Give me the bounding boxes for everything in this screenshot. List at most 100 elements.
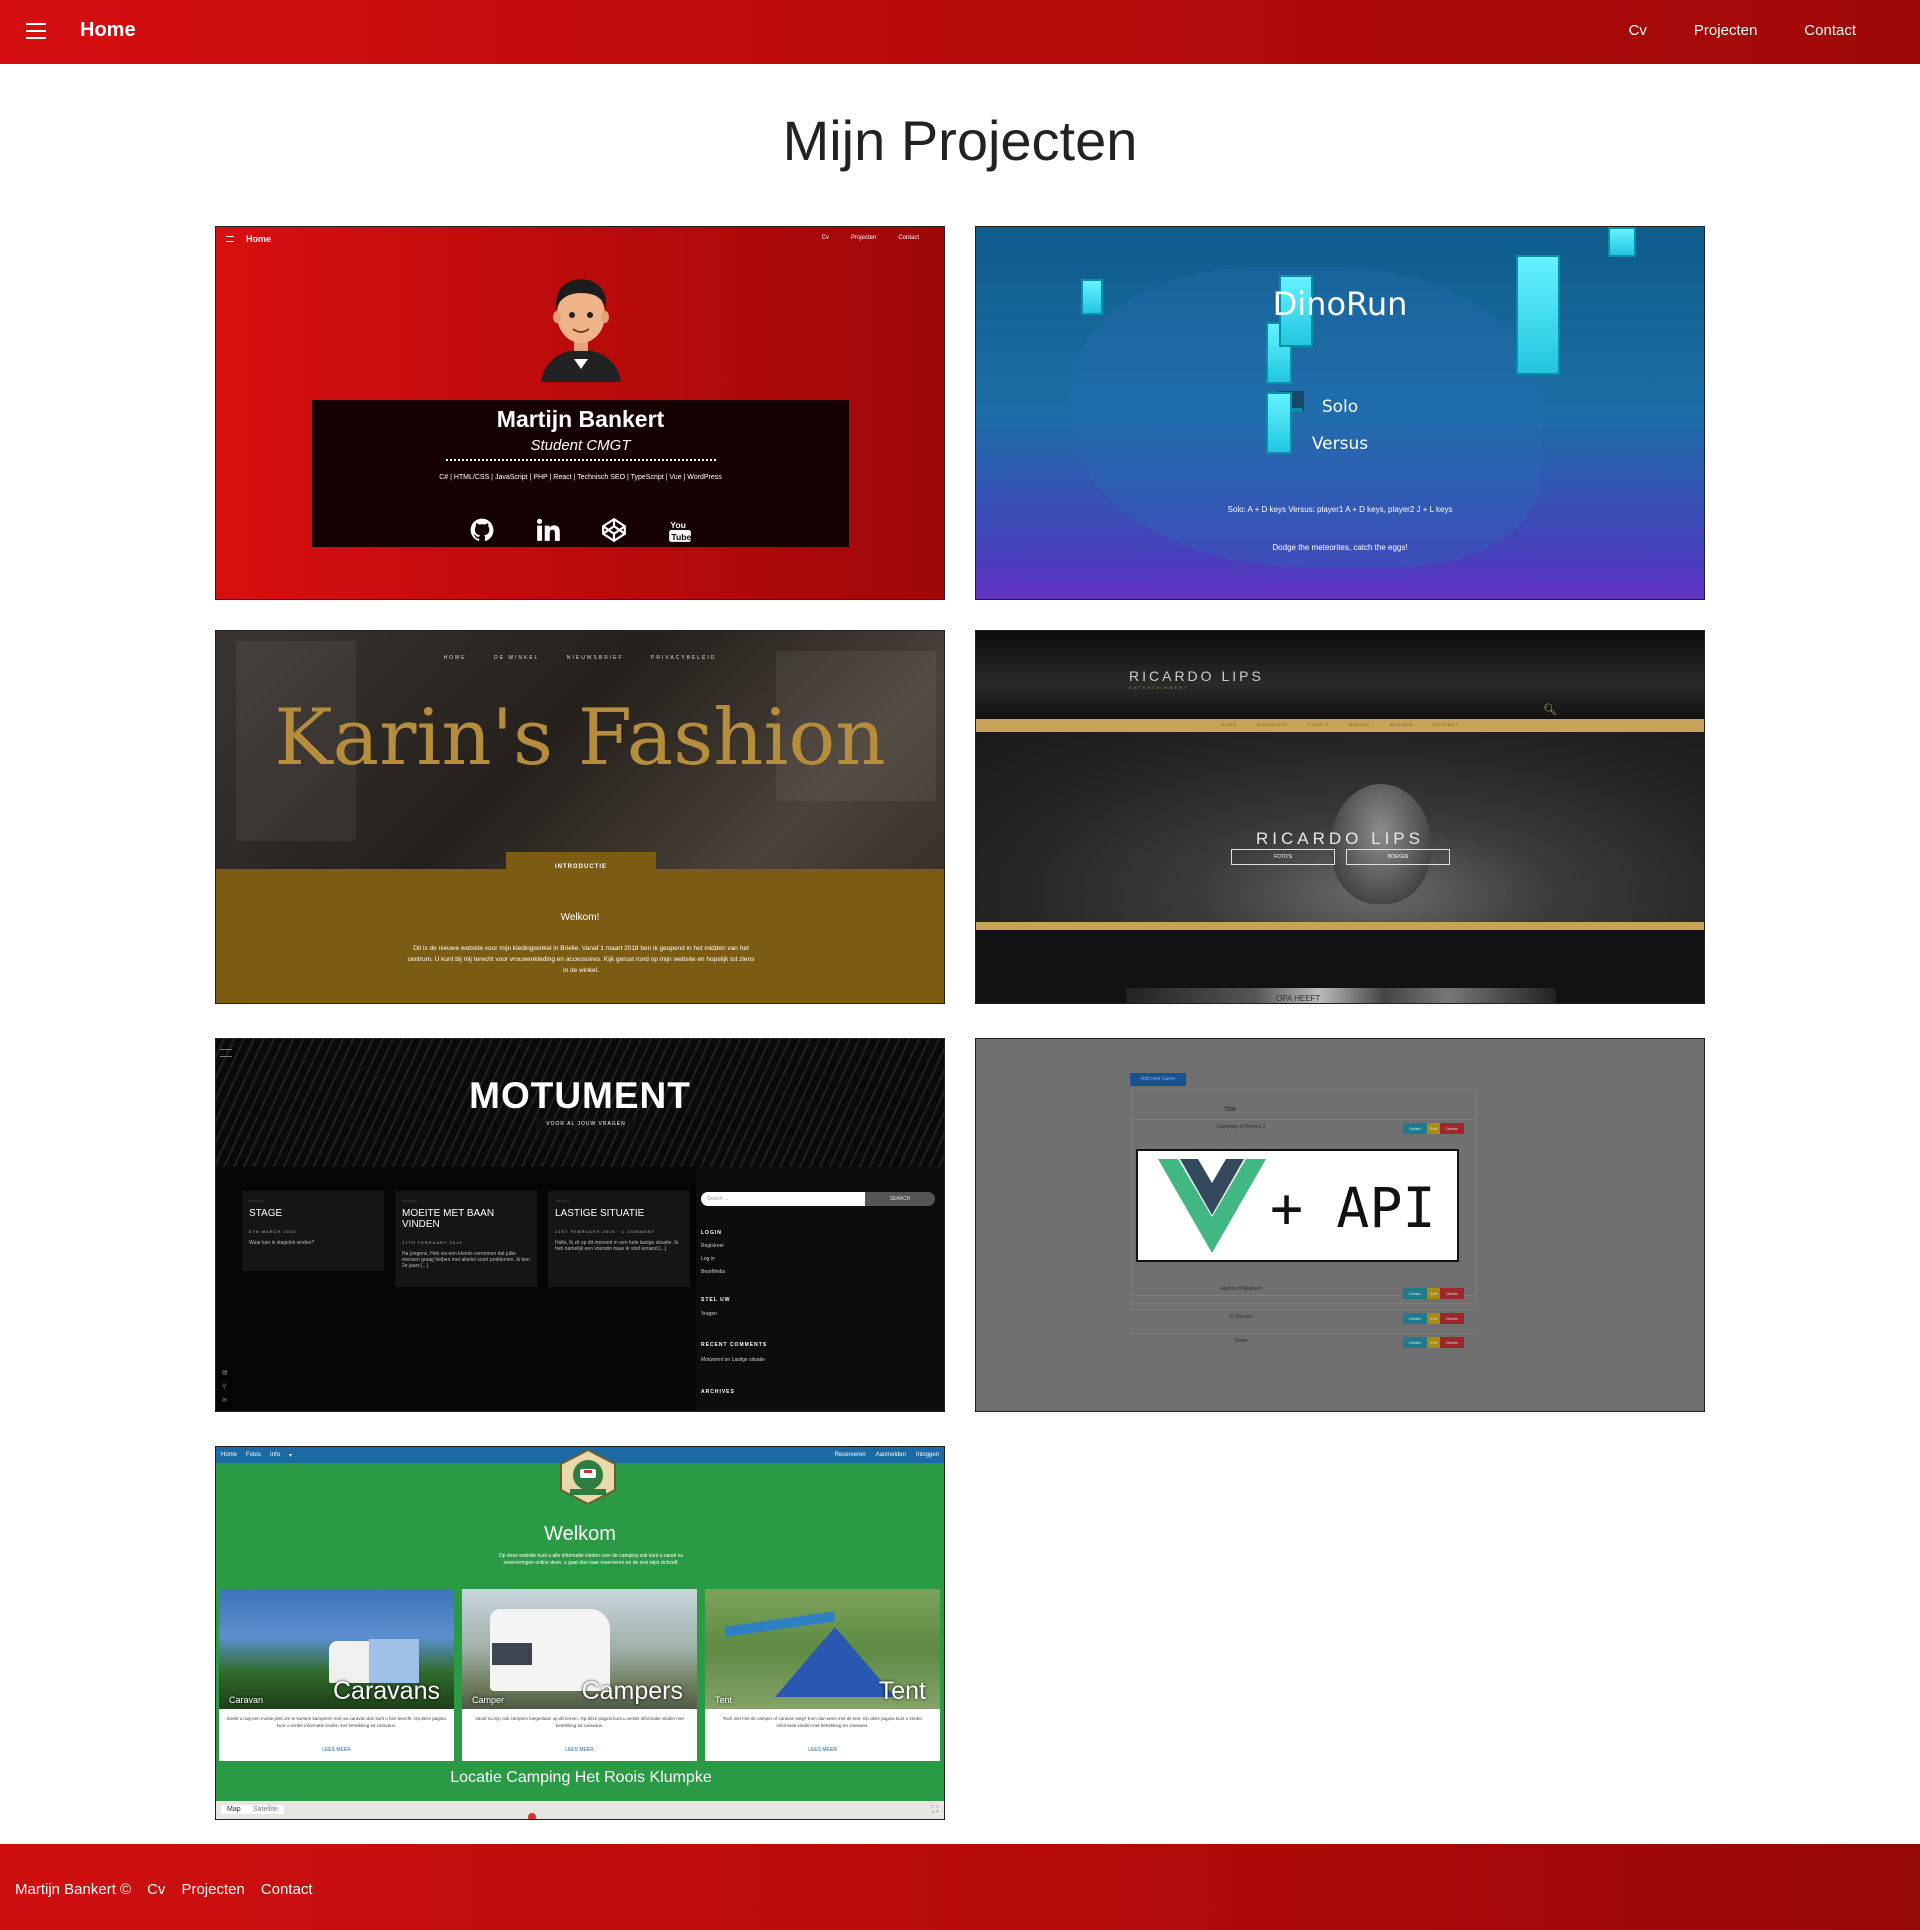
portfolio-mini-link: Cv (821, 235, 829, 241)
edit-button: Edit (1427, 1288, 1440, 1299)
nav-link-projecten[interactable]: Projecten (1694, 22, 1757, 39)
project-card-motument[interactable]: MOTUMENT VOOR AL JOUW VRAGEN VRAAG STAGE… (215, 1038, 945, 1412)
camping-nav-item: Info (270, 1452, 281, 1458)
post-excerpt: Hallo, Ik zit op dit moment in een hele … (555, 1240, 679, 1252)
tile-description: Toch niet met de camper of caravan weg? … (722, 1716, 923, 1728)
linkedin-icon (536, 518, 560, 541)
dinorun-solo-option: Solo (1321, 397, 1359, 417)
map-pin-icon (528, 1813, 536, 1819)
map-type-button: Map (221, 1805, 247, 1814)
post-excerpt: Waar kan ik stagelek vinden? (249, 1240, 315, 1246)
post-excerpt: Ha jongens, Heb via een kennis vernomen … (402, 1251, 530, 1269)
row-title: Agents of Mayhem (1220, 1286, 1262, 1292)
post-title: MOEITE MET BAAN VINDEN (402, 1208, 495, 1230)
motument-sidebar: Search ... SEARCH LOGIN Registreer Log i… (696, 1167, 944, 1411)
motument-post: VRAAG MOEITE MET BAAN VINDEN 27TH FEBRUA… (395, 1191, 537, 1287)
fashion-menu-item: HOME (443, 655, 467, 661)
row-title: Company of Heroes 2 (1216, 1124, 1266, 1130)
details-button: Details (1403, 1313, 1427, 1324)
widget-link: BearMedia (701, 1269, 726, 1275)
edit-button: Edit (1427, 1313, 1440, 1324)
camping-map: Map Satellite ⛶ (216, 1801, 944, 1819)
ricardo-menu: HOME BIOGRAFIE FOTO'S MUZIEK BOEKEN CONT… (976, 722, 1704, 727)
ricardo-books-button: BOEKEN (1346, 849, 1450, 865)
avatar-illustration (541, 279, 621, 382)
ricardo-logo: RICARDO LIPS (1129, 668, 1264, 684)
project-card-dinorun[interactable]: DinoRun Solo Versus Solo: A + D keys Ver… (975, 226, 1705, 600)
tile-heading: Campers (581, 1677, 683, 1705)
post-meta: 21ST FEBRUARY 2019 · 1 COMMENT (555, 1229, 655, 1234)
ricardo-divider (976, 922, 1704, 930)
table-row: 21 Bossen Details Edit Delete (1131, 1309, 1476, 1327)
menu-icon[interactable] (26, 23, 46, 39)
camping-nav-item: Fotos (246, 1452, 262, 1458)
camping-welcome-text: Op deze website kunt u alle informatie v… (498, 1553, 684, 1566)
ricardo-menu-item: MUZIEK (1348, 722, 1370, 727)
profile-divider (445, 459, 716, 461)
fashion-menu: HOME DE WINKEL NIEUWSBRIEF PRIVACYBELEID (216, 655, 944, 661)
widget-title: RECENT COMMENTS (701, 1342, 768, 1348)
read-more-link: LEES MEER (322, 1747, 351, 1753)
user-icon: ▤ (222, 1370, 228, 1376)
footer-copyright: Martijn Bankert © (15, 1881, 132, 1898)
footer-link-projecten[interactable]: Projecten (181, 1881, 244, 1898)
home-link[interactable]: Home (80, 19, 136, 42)
project-card-karins-fashion[interactable]: HOME DE WINKEL NIEUWSBRIEF PRIVACYBELEID… (215, 630, 945, 1004)
vue-logo-icon (1158, 1159, 1266, 1253)
fashion-menu-item: DE WINKEL (493, 655, 540, 661)
widget-title: ARCHIVES (701, 1389, 735, 1395)
add-game-button: Add new Game (1130, 1073, 1186, 1086)
top-navbar: Home Cv Projecten Contact (0, 0, 1920, 64)
read-more-link: LEES MEER (808, 1747, 837, 1753)
project-card-camping[interactable]: Home Fotos Info ▾ Reserveren Aanmelden I… (215, 1446, 945, 1820)
motument-search-input: Search ... (701, 1192, 865, 1206)
footer-link-contact[interactable]: Contact (261, 1881, 313, 1898)
profile-role: Student CMGT (530, 437, 631, 454)
camping-location-title: Locatie Camping Het Roois Klumpke (450, 1769, 712, 1786)
fashion-title: Karin's Fashion (274, 693, 886, 783)
ricardo-logo-sub: ENTERTAINMENT (1129, 685, 1189, 690)
github-icon (470, 518, 493, 541)
chevron-down-icon: ▾ (289, 1453, 293, 1459)
mail-icon: ✉ (222, 1398, 228, 1404)
post-title: STAGE (249, 1208, 283, 1219)
dinorun-controls: Solo: A + D keys Versus: player1 A + D k… (1227, 505, 1453, 514)
ricardo-thumb-text: OPA HEEFT (1276, 994, 1321, 1003)
profile-name: Martijn Bankert (496, 406, 665, 432)
post-meta: 27TH FEBRUARY 2019 (402, 1240, 463, 1245)
ricardo-menu-item: BIOGRAFIE (1257, 722, 1289, 727)
nav-link-cv[interactable]: Cv (1629, 22, 1647, 39)
footer: Martijn Bankert © Cv Projecten Contact (0, 1844, 1920, 1930)
dinorun-tagline: Dodge the meteorites, catch the eggs! (1272, 543, 1408, 552)
satellite-type-button: Satellite (247, 1805, 284, 1814)
portfolio-mini-brand: Home (246, 234, 272, 244)
dinorun-versus-option: Versus (1311, 434, 1369, 454)
nav-link-contact[interactable]: Contact (1804, 22, 1856, 39)
api-label: + API (1270, 1176, 1436, 1240)
camping-nav-item: Aanmelden (875, 1452, 906, 1458)
delete-button: Delete (1440, 1123, 1464, 1134)
project-card-ricardo-lips[interactable]: RICARDO LIPS ENTERTAINMENT 🔍︎ HOME BIOGR… (975, 630, 1705, 1004)
edit-button: Edit (1427, 1337, 1440, 1348)
fashion-intro-section (216, 869, 944, 1003)
tile-description: Vanaf nu zijn ook campers toegestaan op … (475, 1716, 684, 1728)
pillar-decoration (1608, 227, 1636, 257)
footer-link-cv[interactable]: Cv (147, 1881, 165, 1898)
widget-link: Registreer (701, 1243, 725, 1249)
project-card-portfolio[interactable]: Home Cv Projecten Contact Martijn Banker… (215, 226, 945, 600)
tile-caption: Tent (715, 1695, 733, 1705)
project-card-vue-api[interactable]: Add new Game Title Company of Heroes 2 D… (975, 1038, 1705, 1412)
camping-nav-item: Inloggen (915, 1452, 939, 1458)
search-icon: 🔍︎ (1543, 704, 1557, 716)
menu-icon (226, 236, 234, 242)
portfolio-mini-link: Contact (898, 235, 919, 241)
codepen-icon (601, 517, 626, 543)
tile-heading: Tent (878, 1677, 926, 1705)
ricardo-menu-item: HOME (1221, 722, 1238, 727)
delete-button: Delete (1440, 1337, 1464, 1348)
ricardo-hero-name: RICARDO LIPS (1256, 829, 1424, 848)
motument-post: VRAAG LASTIGE SITUATIE 21ST FEBRUARY 201… (548, 1191, 690, 1287)
fashion-intro-tab: INTRODUCTIE (506, 852, 656, 882)
camping-tile-tent: Tent Tent Toch niet met de camper of car… (705, 1589, 940, 1761)
details-button: Details (1403, 1288, 1427, 1299)
